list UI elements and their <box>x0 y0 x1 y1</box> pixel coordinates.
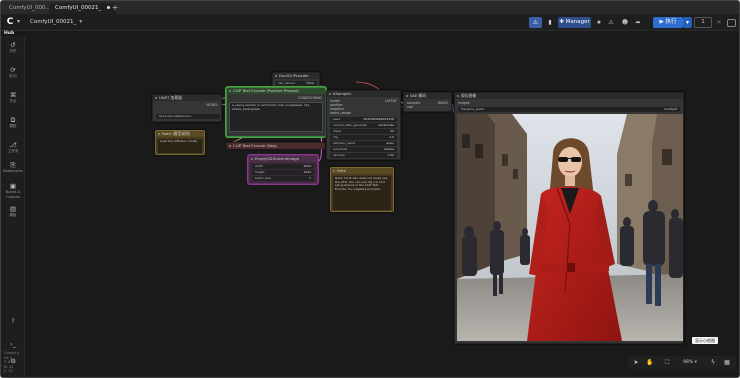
width-widget[interactable]: width 1024 <box>252 164 314 169</box>
batch-count-input[interactable]: 1 <box>694 17 712 28</box>
status-info: ComfyUI v0.3 T: 0.01 N: 12 L: 12 <box>4 351 19 373</box>
denoise-widget[interactable]: denoise 1.00 <box>330 153 397 158</box>
node-title: KSampler <box>327 91 400 97</box>
node-empty-latent[interactable]: EmptySD3LatentImage width 1024 height 1024… <box>248 155 318 184</box>
node-unet-loader[interactable]: UNET 加载器 MODEL flux1-dev.safetensors <box>152 94 222 122</box>
clip-name-widget[interactable]: clip_name1 t5xxl <box>275 81 317 86</box>
node-library-icon: ⌘ <box>9 91 17 99</box>
queue-panel-icon[interactable] <box>727 18 736 27</box>
hand-pan-icon[interactable]: ✋ <box>645 358 655 367</box>
sidebar-item-templates[interactable]: ▤ 模板 <box>1 206 25 218</box>
node-title: DualCLIPLoader <box>273 73 319 79</box>
workflow-tab[interactable]: ComfyUI_00021_ ▾ <box>26 17 86 28</box>
close-icon[interactable]: ✕ <box>715 17 723 28</box>
output-port[interactable]: IMAGE <box>438 101 448 105</box>
sidebar-item-bookmarks[interactable]: ⎘ Bookmarks <box>1 162 25 174</box>
node-clip-text-encode-positive[interactable]: CLIP Text Encode (Positive Prompt) CONDI… <box>226 87 326 137</box>
gallery-icon: ▣ <box>9 182 17 190</box>
workflow-icon: ⎇ <box>9 141 17 149</box>
output-port[interactable]: LATENT <box>385 99 397 103</box>
manager-button[interactable]: ✚ Manager <box>558 17 591 28</box>
sidebar-item-nodes[interactable]: ⌘ 节点 <box>1 92 25 104</box>
input-port[interactable]: vae <box>407 105 413 109</box>
sidebar: ↺ 历史 ⟳ 队列 ⌘ 节点 ⧉ 模型 ⎇ 工作流 ⎘ Bookmarks ▣ Nodes &… <box>1 36 25 377</box>
sidebar-item-workflows[interactable]: ⎇ 工作流 <box>1 142 25 154</box>
node-save-image[interactable]: 保存图像 images filename_prefix ComfyUI <box>454 92 684 344</box>
comfy-logo[interactable]: C <box>5 17 15 27</box>
history-icon: ↺ <box>10 41 16 49</box>
node-note[interactable]: Note (模型说明) Load the diffusion model <box>155 130 205 155</box>
cfg-widget[interactable]: cfg 1.0 <box>330 135 397 140</box>
star-icon[interactable]: ★ <box>594 17 604 28</box>
terminal-icon[interactable]: ›_ <box>1 341 25 348</box>
queue-icon: ⟳ <box>10 66 16 74</box>
node-title: CLIP Text Encode (Positive Prompt) <box>227 88 325 94</box>
bookmark-icon[interactable]: ▮ <box>545 17 555 28</box>
unet-name-widget[interactable]: flux1-dev.safetensors <box>156 114 220 119</box>
node-title: 保存图像 <box>455 93 683 99</box>
node-note[interactable]: Note Note: FLUX dev does not really use … <box>330 167 394 212</box>
sidebar-item-queue[interactable]: ⟳ 队列 <box>1 67 25 79</box>
chevron-down-icon[interactable]: ▾ <box>17 18 20 25</box>
select-pointer-icon[interactable]: ➤ <box>631 358 641 367</box>
app-window: ComfyUI_000... ComfyUI_00021_ + C ▾ Comf… <box>0 0 740 378</box>
input-port[interactable]: images <box>458 101 470 105</box>
woman-red-coat-photo <box>457 114 683 341</box>
generated-image-preview[interactable] <box>457 114 683 341</box>
puzzle-icon: ✚ <box>559 19 564 25</box>
node-ksampler[interactable]: KSampler model positive negative latent_… <box>326 90 401 160</box>
share-icon[interactable]: ➦ <box>633 17 643 28</box>
tooltip: 显示小地图 <box>692 337 718 344</box>
minimap-icon[interactable]: ▦ <box>722 358 732 367</box>
sidebar-item-models[interactable]: ⧉ 模型 <box>1 117 25 129</box>
output-port[interactable]: CONDITIONING <box>298 96 322 100</box>
sampler-widget[interactable]: sampler_name euler <box>330 141 397 146</box>
sidebar-item-history[interactable]: ↺ 历史 <box>1 42 25 54</box>
node-title: UNET 加载器 <box>153 95 221 101</box>
prompt-textarea-wrap: a young woman in red trench coat, sungla… <box>229 102 323 132</box>
template-icon: ▤ <box>9 205 17 213</box>
zoom-level[interactable]: 98% ▾ <box>678 358 702 367</box>
warning-icon[interactable]: ⚠ <box>529 17 542 28</box>
play-icon: ▶ <box>659 19 664 25</box>
chevron-down-icon: ▾ <box>79 19 83 25</box>
canvas-toolbar: ➤ ✋ ⛶ 98% ▾ ϟ ▦ <box>628 356 736 369</box>
input-port[interactable]: latent_image <box>330 111 351 115</box>
run-options-chevron-icon[interactable]: ▾ <box>683 17 692 28</box>
help-icon[interactable]: ? <box>1 318 25 325</box>
link-visibility-icon[interactable]: ϟ <box>708 358 718 367</box>
plus-icon[interactable]: + <box>111 3 119 12</box>
unsaved-dot-icon <box>107 6 111 9</box>
steps-widget[interactable]: steps 20 <box>330 129 397 134</box>
scheduler-widget[interactable]: scheduler simple <box>330 147 397 152</box>
graph-canvas[interactable]: UNET 加载器 MODEL flux1-dev.safetensors Not… <box>26 32 739 377</box>
output-port[interactable]: MODEL <box>206 103 218 107</box>
prompt-textarea[interactable]: a young woman in red trench coat, sungla… <box>230 103 322 131</box>
node-title: VAE 解码 <box>404 93 451 99</box>
node-title: CLIP Text Encode (Neg) <box>227 143 325 149</box>
height-widget[interactable]: height 1024 <box>252 170 314 175</box>
alert-icon[interactable]: ⚠ <box>606 17 616 28</box>
control-after-generate-widget[interactable]: control_after_generate randomize <box>330 123 397 128</box>
model-library-icon: ⧉ <box>10 116 16 124</box>
user-icon[interactable]: ☻ <box>620 17 630 28</box>
seed-widget[interactable]: seed 6545484984983158 <box>330 117 397 122</box>
filename-prefix-widget[interactable]: filename_prefix ComfyUI <box>458 107 680 112</box>
browser-tab-bar: ComfyUI_000... ComfyUI_00021_ + <box>1 1 739 14</box>
batch-size-widget[interactable]: batch_size 1 <box>252 176 314 181</box>
node-clip-text-encode-negative[interactable]: CLIP Text Encode (Neg) <box>226 142 326 149</box>
note-text[interactable]: Load the diffusion model <box>158 139 202 153</box>
node-title: EmptySD3LatentImage <box>249 156 317 162</box>
note-text[interactable]: Note: FLUX dev does not really use the C… <box>333 176 391 210</box>
bookmark-icon: ⎘ <box>10 161 16 169</box>
fit-view-icon[interactable]: ⛶ <box>662 358 672 367</box>
node-vae-decode[interactable]: VAE 解码 samples vae IMAGE <box>403 92 452 112</box>
node-title: Note (模型说明) <box>156 131 204 137</box>
node-title: Note <box>331 168 393 174</box>
sidebar-item-nodes-outputs[interactable]: ▣ Nodes & Outputs <box>1 183 25 200</box>
run-button[interactable]: ▶ 执行 <box>653 17 683 28</box>
browser-tab-active[interactable]: ComfyUI_00021_ <box>49 3 117 14</box>
top-menu-bar: C ▾ ComfyUI_00021_ ▾ ⚠ ▮ ✚ Manager ★ ⚠ ☻ … <box>1 14 739 31</box>
